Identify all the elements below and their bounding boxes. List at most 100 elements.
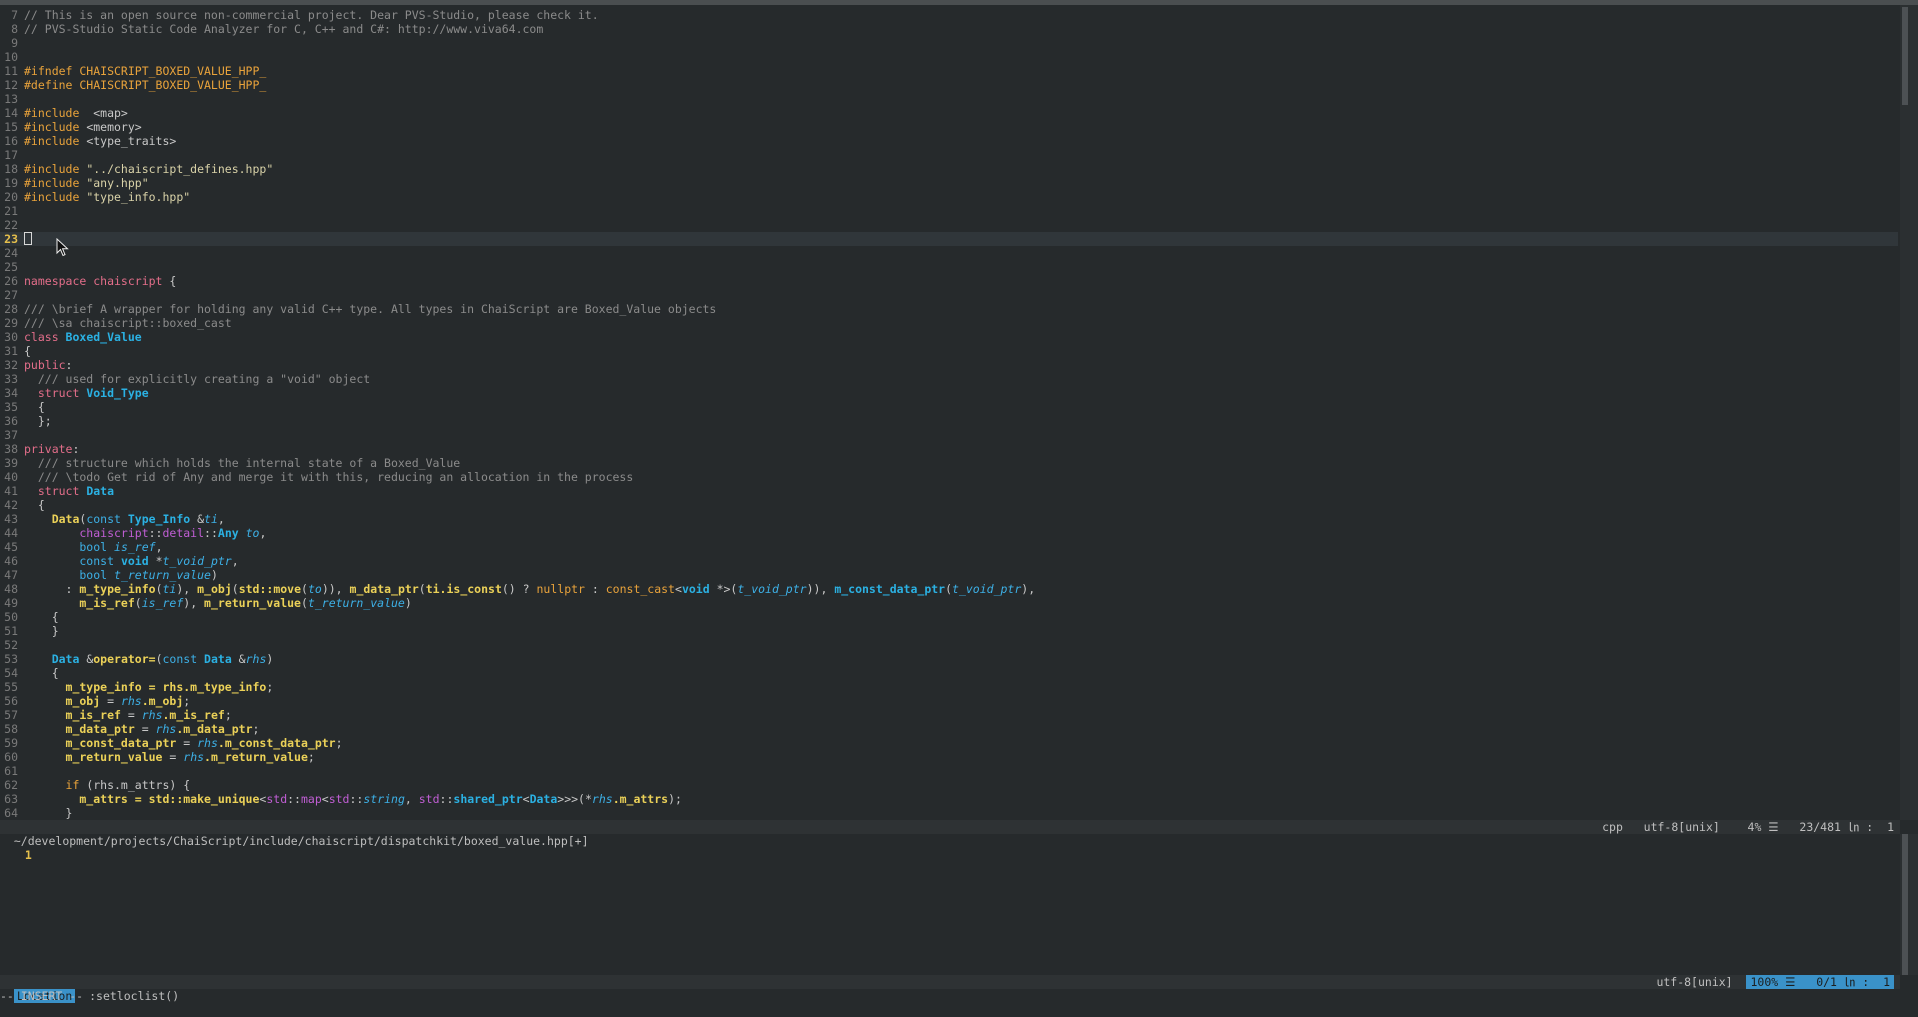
code-line[interactable]: 39 /// structure which holds the interna… xyxy=(0,456,1898,470)
location-scrollbar[interactable] xyxy=(1900,834,1918,975)
code-line[interactable]: 17 xyxy=(0,148,1898,162)
code-line[interactable]: 42 { xyxy=(0,498,1898,512)
code-line[interactable]: 55 m_type_info = rhs.m_type_info; xyxy=(0,680,1898,694)
location-list-pane[interactable]: 1 xyxy=(0,834,1898,862)
code-line[interactable]: 50 { xyxy=(0,610,1898,624)
command-line[interactable]: -- INSERT -- xyxy=(0,989,83,1003)
code-line[interactable]: 16 #include <type_traits> xyxy=(0,134,1898,148)
code-line[interactable]: 36 }; xyxy=(0,414,1898,428)
code-token: namespace chaiscript xyxy=(24,274,163,288)
code-line[interactable]: 52 xyxy=(0,638,1898,652)
code-line[interactable]: 63 m_attrs = std::make_unique<std::map<s… xyxy=(0,792,1898,806)
code-line[interactable]: 33 /// used for explicitly creating a "v… xyxy=(0,372,1898,386)
location-scroll-thumb[interactable] xyxy=(1902,834,1908,975)
code-line[interactable]: 46 const void *t_void_ptr, xyxy=(0,554,1898,568)
code-line[interactable]: 32 public: xyxy=(0,358,1898,372)
filetype-label: cpp xyxy=(1602,820,1623,834)
code-token: { xyxy=(162,274,177,288)
code-line[interactable]: 29 /// \sa chaiscript::boxed_cast xyxy=(0,316,1898,330)
code-line[interactable]: 37 xyxy=(0,428,1898,442)
code-line[interactable]: 18 #include "../chaiscript_defines.hpp" xyxy=(0,162,1898,176)
line-number: 40 xyxy=(4,470,18,484)
code-token: = xyxy=(134,722,156,736)
code-line[interactable]: 54 { xyxy=(0,666,1898,680)
code-token: m_return_value xyxy=(24,750,163,764)
code-line[interactable]: 64 } xyxy=(0,806,1898,820)
code-token: .m_return_value xyxy=(204,750,308,764)
code-line[interactable]: 24 xyxy=(0,246,1898,260)
code-line[interactable]: 28 /// \brief A wrapper for holding any v… xyxy=(0,302,1898,316)
code-line[interactable]: 45 bool is_ref, xyxy=(0,540,1898,554)
code-line[interactable]: 56 m_obj = rhs.m_obj; xyxy=(0,694,1898,708)
code-token: { xyxy=(24,400,45,414)
code-token: m_data_ptr xyxy=(24,722,135,736)
line-number: 28 xyxy=(4,302,18,316)
code-line[interactable]: 26 namespace chaiscript { xyxy=(0,274,1898,288)
code-line[interactable]: 53 Data &operator=(const Data &rhs) xyxy=(0,652,1898,666)
code-line[interactable]: 8 // PVS-Studio Static Code Analyzer for … xyxy=(0,22,1898,36)
code-token: /// structure which holds the internal s… xyxy=(24,456,461,470)
code-line[interactable]: 25 xyxy=(0,260,1898,274)
code-token: #define CHAISCRIPT_BOXED_VALUE_HPP_ xyxy=(24,78,267,92)
code-token: Data xyxy=(24,652,80,666)
code-line[interactable]: 35 { xyxy=(0,400,1898,414)
code-line[interactable]: 10 xyxy=(0,50,1898,64)
code-token: ( xyxy=(231,582,239,596)
code-line[interactable]: 12 #define CHAISCRIPT_BOXED_VALUE_HPP_ xyxy=(0,78,1898,92)
code-line[interactable]: 19 #include "any.hpp" xyxy=(0,176,1898,190)
line-number: 58 xyxy=(4,722,18,736)
code-line[interactable]: 13 xyxy=(0,92,1898,106)
code-line[interactable]: 30 class Boxed_Value xyxy=(0,330,1898,344)
code-line[interactable]: 21 xyxy=(0,204,1898,218)
code-line[interactable]: 49 m_is_ref(is_ref), m_return_value(t_re… xyxy=(0,596,1898,610)
code-line[interactable]: 41 struct Data xyxy=(0,484,1898,498)
code-token: struct xyxy=(24,484,87,498)
line-number: 41 xyxy=(4,484,18,498)
scroll-percent: 4% ☰ xyxy=(1747,820,1779,834)
code-token: { xyxy=(24,666,59,680)
code-token: ; xyxy=(252,722,260,736)
code-token: if xyxy=(24,778,80,792)
code-token: m_obj xyxy=(24,694,101,708)
code-token: ( xyxy=(301,582,308,596)
code-token: = xyxy=(120,708,142,722)
code-line[interactable]: 22 xyxy=(0,218,1898,232)
code-line[interactable]: 20 #include "type_info.hpp" xyxy=(0,190,1898,204)
code-line[interactable]: 48 : m_type_info(ti), m_obj(std::move(to… xyxy=(0,582,1898,596)
line-number: 48 xyxy=(4,582,18,596)
code-line[interactable]: 58 m_data_ptr = rhs.m_data_ptr; xyxy=(0,722,1898,736)
code-token: ) xyxy=(210,568,218,582)
code-line[interactable]: 44 chaiscript::detail::Any to, xyxy=(0,526,1898,540)
line-number: 42 xyxy=(4,498,18,512)
code-editor-pane[interactable]: 7 // This is an open source non-commercia… xyxy=(0,5,1900,821)
editor-scroll-thumb[interactable] xyxy=(1902,7,1908,105)
code-token: std xyxy=(418,792,440,806)
code-line[interactable]: 61 xyxy=(0,764,1898,778)
code-line[interactable]: 51 } xyxy=(0,624,1898,638)
code-line[interactable]: 7 // This is an open source non-commercia… xyxy=(0,8,1898,22)
editor-scrollbar[interactable] xyxy=(1900,5,1918,820)
code-line[interactable]: 34 struct Void_Type xyxy=(0,386,1898,400)
code-line[interactable]: 40 /// \todo Get rid of Any and merge it… xyxy=(0,470,1898,484)
code-line[interactable]: 57 m_is_ref = rhs.m_is_ref; xyxy=(0,708,1898,722)
code-line[interactable]: 60 m_return_value = rhs.m_return_value; xyxy=(0,750,1898,764)
code-token: Data xyxy=(204,652,232,666)
code-line[interactable]: 9 xyxy=(0,36,1898,50)
current-code-line[interactable]: 23 xyxy=(0,232,1898,246)
line-number: 23 xyxy=(4,232,18,246)
code-line[interactable]: 27 xyxy=(0,288,1898,302)
code-line[interactable]: 62 if (rhs.m_attrs) { xyxy=(0,778,1898,792)
code-token: ; xyxy=(266,680,274,694)
code-line[interactable]: 31 { xyxy=(0,344,1898,358)
code-line[interactable]: 47 bool t_return_value) xyxy=(0,568,1898,582)
code-line[interactable]: 43 Data(const Type_Info &ti, xyxy=(0,512,1898,526)
code-line[interactable]: 11 #ifndef CHAISCRIPT_BOXED_VALUE_HPP_ xyxy=(0,64,1898,78)
code-token: m_type_info xyxy=(79,582,156,596)
editor-statusline: ~/development/projects/ChaiScript/includ… xyxy=(0,820,1900,848)
code-line[interactable]: 59 m_const_data_ptr = rhs.m_const_data_p… xyxy=(0,736,1898,750)
code-line[interactable]: 15 #include <memory> xyxy=(0,120,1898,134)
code-line[interactable]: 38 private: xyxy=(0,442,1898,456)
code-token: #include xyxy=(24,120,80,134)
code-token: string xyxy=(363,792,405,806)
code-line[interactable]: 14 #include <map> xyxy=(0,106,1898,120)
